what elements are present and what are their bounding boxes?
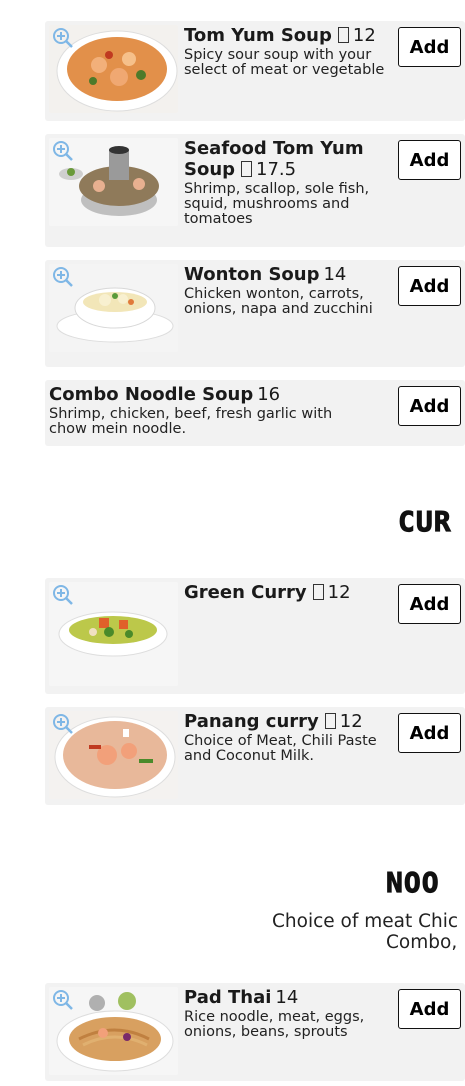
item-name: Wonton Soup (184, 264, 320, 285)
section-heading-curry: CUR (398, 505, 452, 539)
item-description: Spicy sour soup with your select of meat… (184, 47, 385, 78)
item-price: 17.5 (256, 159, 297, 180)
zoom-in-icon[interactable] (52, 27, 74, 49)
item-name: Combo Noodle Soup (49, 384, 254, 405)
item-name: Panang curry (184, 711, 319, 732)
item-price: 12 (352, 25, 376, 46)
item-price: 16 (257, 384, 281, 405)
item-description: Rice noodle, meat, eggs, onions, beans, … (184, 1009, 365, 1040)
item-price: 14 (323, 264, 347, 285)
food-photo[interactable] (49, 987, 178, 1075)
item-description: Choice of Meat, Chili Paste and Coconut … (184, 733, 377, 764)
menu-item-info: Green Curry 12 (184, 582, 395, 603)
menu-item-card: Green Curry 12 Add (45, 578, 465, 694)
spicy-icon (324, 713, 336, 729)
menu-item-info: Seafood Tom Yum Soup 17.5 Shrimp, scallop… (184, 138, 395, 227)
zoom-in-icon[interactable] (52, 989, 74, 1011)
item-price: 12 (327, 582, 351, 603)
food-photo[interactable] (49, 711, 178, 799)
item-description: Chicken wonton, carrots, onions, napa an… (184, 286, 373, 317)
menu-item-info: Wonton Soup 14 Chicken wonton, carrots, o… (184, 264, 395, 317)
spicy-icon (312, 584, 324, 600)
menu-item-info: Pad Thai 14 Rice noodle, meat, eggs, onio… (184, 987, 395, 1040)
add-button[interactable]: Add (398, 27, 461, 67)
zoom-in-icon[interactable] (52, 140, 74, 162)
add-button[interactable]: Add (398, 266, 461, 306)
menu-item-info: Panang curry 12 Choice of Meat, Chili Pas… (184, 711, 395, 764)
food-photo[interactable] (49, 582, 178, 686)
section-subtitle: Combo, (386, 932, 458, 953)
section-heading-noodles: NOO (386, 866, 440, 900)
menu-item-info: Tom Yum Soup 12 Spicy sour soup with your… (184, 25, 395, 78)
spicy-icon (337, 27, 349, 43)
add-button[interactable]: Add (398, 713, 461, 753)
food-photo[interactable] (49, 264, 178, 352)
item-name: Pad Thai (184, 987, 272, 1008)
menu-item-card: Combo Noodle Soup 16 Shrimp, chicken, bee… (45, 380, 465, 446)
zoom-in-icon[interactable] (52, 584, 74, 606)
add-button[interactable]: Add (398, 140, 461, 180)
menu-item-card: Tom Yum Soup 12 Spicy sour soup with your… (45, 21, 465, 121)
item-name: Tom Yum Soup (184, 25, 332, 46)
menu-item-card: Pad Thai 14 Rice noodle, meat, eggs, onio… (45, 983, 465, 1081)
add-button[interactable]: Add (398, 386, 461, 426)
section-subtitle: Choice of meat Chic (272, 911, 459, 932)
add-button[interactable]: Add (398, 989, 461, 1029)
zoom-in-icon[interactable] (52, 713, 74, 735)
food-photo[interactable] (49, 25, 178, 113)
menu-item-card: Wonton Soup 14 Chicken wonton, carrots, o… (45, 260, 465, 367)
menu-item-info: Combo Noodle Soup 16 Shrimp, chicken, bee… (49, 384, 350, 437)
add-button[interactable]: Add (398, 584, 461, 624)
item-description: Shrimp, scallop, sole fish, squid, mushr… (184, 181, 370, 227)
spicy-icon (241, 161, 253, 177)
item-price: 12 (339, 711, 363, 732)
item-price: 14 (275, 987, 299, 1008)
item-name: Green Curry (184, 582, 307, 603)
food-photo[interactable] (49, 138, 178, 226)
zoom-in-icon[interactable] (52, 266, 74, 288)
menu-item-card: Seafood Tom Yum Soup 17.5 Shrimp, scallop… (45, 134, 465, 247)
item-description: Shrimp, chicken, beef, fresh garlic with… (49, 406, 333, 437)
menu-item-card: Panang curry 12 Choice of Meat, Chili Pas… (45, 707, 465, 805)
